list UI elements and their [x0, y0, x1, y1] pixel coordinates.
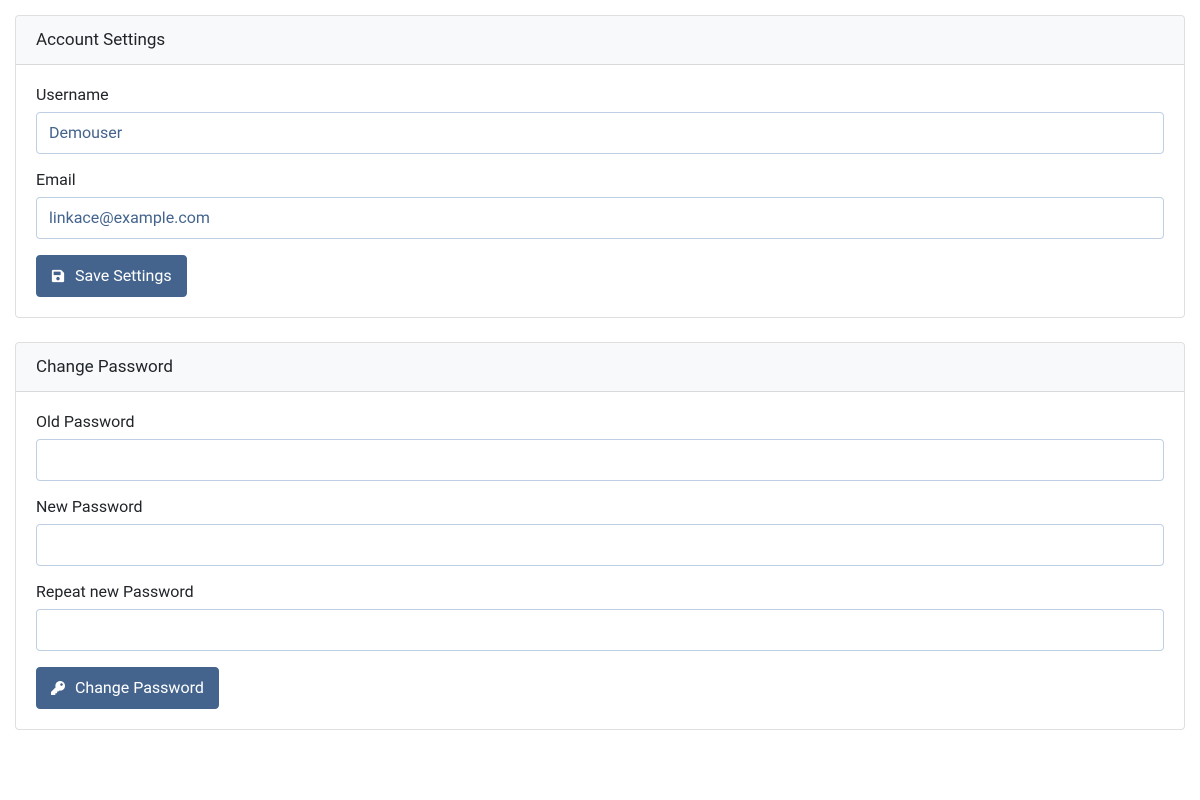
change-password-header: Change Password — [16, 343, 1184, 392]
old-password-label: Old Password — [36, 412, 1164, 431]
account-settings-header: Account Settings — [16, 16, 1184, 65]
new-password-label: New Password — [36, 497, 1164, 516]
repeat-password-input[interactable] — [36, 609, 1164, 651]
old-password-group: Old Password — [36, 412, 1164, 481]
repeat-password-label: Repeat new Password — [36, 582, 1164, 601]
email-group: Email — [36, 170, 1164, 239]
new-password-group: New Password — [36, 497, 1164, 566]
new-password-input[interactable] — [36, 524, 1164, 566]
email-input[interactable] — [36, 197, 1164, 239]
change-password-button-label: Change Password — [75, 676, 204, 700]
change-password-body: Old Password New Password Repeat new Pas… — [16, 392, 1184, 729]
change-password-button[interactable]: Change Password — [36, 667, 219, 709]
old-password-input[interactable] — [36, 439, 1164, 481]
username-label: Username — [36, 85, 1164, 104]
account-settings-body: Username Email Save Settings — [16, 65, 1184, 317]
repeat-password-group: Repeat new Password — [36, 582, 1164, 651]
account-settings-card: Account Settings Username Email Save Set… — [15, 15, 1185, 318]
save-settings-button[interactable]: Save Settings — [36, 255, 187, 297]
save-icon — [51, 269, 65, 283]
username-group: Username — [36, 85, 1164, 154]
username-input[interactable] — [36, 112, 1164, 154]
change-password-card: Change Password Old Password New Passwor… — [15, 342, 1185, 730]
email-label: Email — [36, 170, 1164, 189]
key-icon — [51, 681, 65, 695]
save-button-label: Save Settings — [75, 264, 172, 288]
